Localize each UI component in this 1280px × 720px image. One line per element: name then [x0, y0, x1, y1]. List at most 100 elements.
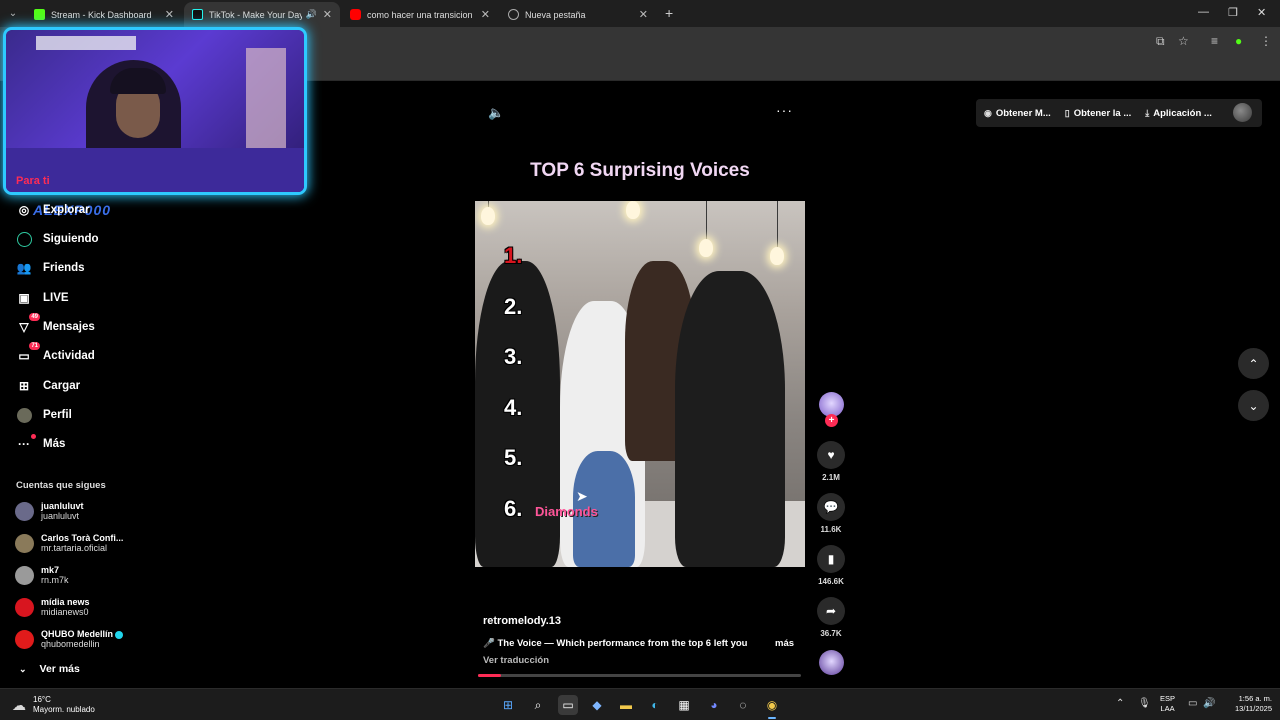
chevron-down-icon: ⌄ — [1248, 398, 1259, 413]
tab-youtube[interactable]: como hacer una transicion - Yo ✕ — [342, 2, 498, 27]
light-bulb — [481, 207, 495, 225]
avatar — [15, 629, 34, 649]
following-account[interactable]: mk7 rn.m7k — [15, 561, 69, 589]
following-accounts-title: Cuentas que sigues — [16, 480, 106, 491]
bookmark-star-icon[interactable]: ☆ — [1178, 34, 1189, 48]
maximize-icon[interactable]: ❐ — [1228, 6, 1238, 19]
sidebar-item-siguiendo[interactable]: Siguiendo — [16, 228, 99, 250]
sidebar-item-mensajes[interactable]: ▽ 49 Mensajes — [16, 313, 95, 338]
like-button[interactable]: ♥ 2.1M — [817, 441, 845, 482]
menu-kebab-icon[interactable]: ⋮ — [1260, 34, 1272, 48]
friends-icon: 👥 — [16, 261, 32, 275]
sidebar-item-cargar[interactable]: ⊞ Cargar — [16, 375, 80, 397]
following-account[interactable]: QHUBO Medellín qhubomedellin — [15, 625, 124, 653]
chrome-icon[interactable]: ◉ — [762, 695, 782, 719]
phone-icon: ▯ — [1064, 107, 1070, 118]
windows-start-icon[interactable]: ⊞ — [498, 695, 518, 715]
live-icon: ▣ — [18, 291, 30, 305]
save-button[interactable]: ▮ 146.6K — [817, 545, 845, 586]
close-window-icon[interactable]: ✕ — [1257, 6, 1266, 19]
sidebar-item-live[interactable]: ▣ LIVE — [16, 287, 68, 309]
volume-icon[interactable]: 🔈 — [488, 105, 504, 121]
tab-new-tab[interactable]: Nueva pestaña ✕ — [500, 2, 656, 27]
weather-widget[interactable]: 16°C Mayorm. nublado — [33, 695, 95, 715]
activity-badge: 71 — [29, 342, 40, 350]
rank-1: 1. — [504, 243, 523, 268]
next-video-button[interactable]: ⌄ — [1238, 390, 1269, 421]
download-icon: ⤓ — [1145, 107, 1150, 118]
follow-plus-icon[interactable]: + — [825, 414, 838, 427]
following-account[interactable]: juanluluvt juanluluvt — [15, 497, 84, 525]
heart-icon: ♥ — [817, 441, 845, 469]
verified-badge-icon — [115, 630, 124, 639]
show-hidden-icons-icon[interactable]: ⌃ — [1116, 698, 1124, 709]
install-app-icon[interactable]: ⧉ — [1156, 34, 1165, 49]
tab-kick-dashboard[interactable]: Stream - Kick Dashboard ✕ — [26, 2, 182, 27]
following-account[interactable]: mídia news midianews0 — [15, 593, 90, 621]
music-disc-icon[interactable] — [819, 650, 844, 675]
youtube-favicon-icon — [350, 9, 361, 20]
user-avatar[interactable] — [1233, 103, 1252, 122]
store-icon[interactable]: ▦ — [674, 695, 694, 715]
system-clock[interactable]: 1:56 a. m. 13/11/2025 — [1222, 694, 1272, 714]
edge-icon[interactable]: ◐ — [645, 695, 665, 715]
file-explorer-icon[interactable]: ▬ — [616, 695, 636, 715]
close-tab-icon[interactable]: ✕ — [323, 8, 332, 21]
sidebar-item-explorar[interactable]: ◎ Explorar — [16, 199, 90, 221]
description-more-link[interactable]: más — [775, 638, 794, 649]
discord-icon[interactable]: ◕ — [704, 695, 724, 715]
microphone-icon[interactable]: 🎙 — [1138, 698, 1151, 709]
video-progress-bar[interactable] — [478, 674, 801, 677]
sidebar-item-for-you[interactable]: Para ti — [16, 175, 50, 187]
task-view-icon[interactable]: ▭ — [558, 695, 578, 715]
media-control-icon[interactable]: ≡ — [1211, 34, 1218, 48]
rank-6-label: Diamonds — [535, 504, 598, 519]
close-tab-icon[interactable]: ✕ — [481, 8, 490, 21]
more-options-icon[interactable]: ··· — [776, 102, 793, 118]
close-tab-icon[interactable]: ✕ — [639, 8, 648, 21]
get-app-button[interactable]: ▯ Obtener la ... — [1065, 108, 1132, 119]
light-bulb — [770, 247, 784, 265]
coin-icon: ◉ — [984, 107, 992, 118]
network-icon[interactable]: ▭ — [1188, 698, 1197, 709]
sidebar-item-actividad[interactable]: ▭ 71 Actividad — [16, 342, 95, 367]
share-arrow-icon: ➦ — [817, 597, 845, 625]
messages-badge: 49 — [29, 313, 40, 321]
sidebar-item-perfil[interactable]: Perfil — [16, 404, 72, 426]
avatar — [15, 501, 34, 521]
tab-search-dropdown-icon[interactable]: ⌄ — [4, 5, 22, 23]
tab-audio-icon[interactable]: 🔊 — [306, 9, 317, 20]
sidebar-item-mas[interactable]: ··· Más — [16, 433, 65, 455]
tiktok-top-actions: ◉ Obtener M... ▯ Obtener la ... ⤓ Aplicació… — [976, 99, 1262, 127]
following-account[interactable]: Carlos Torà Confi... mr.tartaria.oficial — [15, 529, 123, 557]
see-more-button[interactable]: ⌄ Ver más — [19, 663, 80, 675]
sidebar-item-friends[interactable]: 👥 Friends — [16, 257, 85, 279]
minimize-icon[interactable]: — — [1198, 6, 1209, 18]
search-icon[interactable]: ⌕ — [528, 695, 548, 715]
get-coins-button[interactable]: ◉ Obtener M... — [984, 108, 1051, 119]
rank-5: 5. — [504, 445, 523, 470]
webcam-overlay — [6, 30, 304, 192]
rank-4: 4. — [504, 395, 523, 420]
close-tab-icon[interactable]: ✕ — [165, 8, 174, 21]
light-bulb — [699, 239, 713, 257]
comment-icon: 💬 — [817, 493, 845, 521]
video-author[interactable]: retromelody.13 — [483, 615, 561, 627]
speaker-icon[interactable]: 🔊 — [1203, 698, 1215, 709]
language-indicator[interactable]: ESP LAA — [1160, 694, 1175, 714]
avatar — [15, 533, 34, 553]
obs-icon[interactable]: ◌ — [733, 695, 753, 715]
rank-6: 6. — [504, 496, 523, 521]
desktop-app-button[interactable]: ⤓ Aplicación ... — [1145, 108, 1212, 119]
compass-icon: ◎ — [18, 203, 30, 217]
previous-video-button[interactable]: ⌃ — [1238, 348, 1269, 379]
video-player[interactable]: 1. 2. 3. 4. 5. 6. Diamonds — [475, 201, 805, 567]
copilot-icon[interactable]: ◆ — [587, 695, 607, 715]
comment-button[interactable]: 💬 11.6K — [817, 493, 845, 534]
share-button[interactable]: ➦ 36.7K — [817, 597, 845, 638]
see-translation-link[interactable]: Ver traducción — [483, 655, 549, 666]
profile-icon[interactable]: ● — [1235, 34, 1242, 48]
new-tab-plus-icon[interactable]: + — [665, 5, 673, 21]
tab-tiktok[interactable]: TikTok - Make Your Day 🔊 ✕ — [184, 2, 340, 27]
cloud-icon[interactable]: ☁ — [12, 697, 26, 714]
